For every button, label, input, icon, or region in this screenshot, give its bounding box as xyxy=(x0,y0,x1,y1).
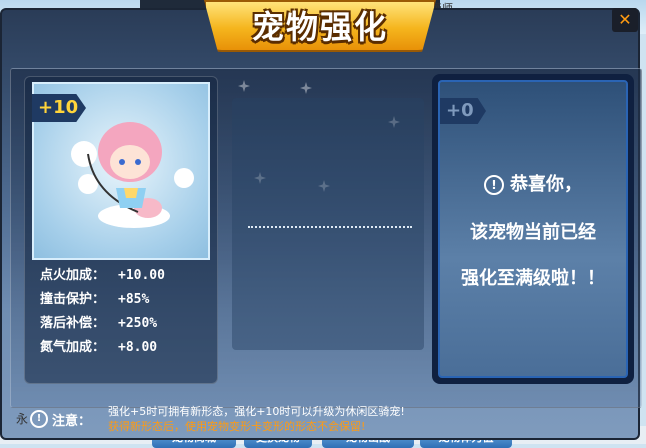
current-level-badge: +10 xyxy=(32,94,86,122)
stat-name: 氮气加成： xyxy=(40,340,106,355)
notice-label: 注意： xyxy=(52,414,92,429)
result-level-badge: +0 xyxy=(440,98,486,124)
message-line-2: 该宠物当前已经 xyxy=(470,222,596,243)
message-line-1: ! 恭喜你， xyxy=(440,170,626,196)
close-icon[interactable]: ✕ xyxy=(612,8,638,32)
stat-value: +8.00 xyxy=(118,340,158,355)
stat-name: 点火加成： xyxy=(40,268,106,283)
stat-value: +250% xyxy=(118,316,158,331)
stat-row: 点火加成： +10.00 xyxy=(40,264,165,288)
message-line-3: 强化至满级啦！！ xyxy=(461,268,605,289)
upgrade-slot-panel xyxy=(232,98,424,350)
dialog-title: 宠物强化 xyxy=(251,8,388,46)
dotted-divider xyxy=(248,226,412,228)
stat-row: 落后补偿： +250% xyxy=(40,312,165,336)
stat-name: 撞击保护： xyxy=(40,292,106,307)
background-left-char: 永 xyxy=(16,412,29,426)
stat-value: +85% xyxy=(118,292,150,307)
notice-bar: ! 注意： 强化+5时可拥有新形态，强化+10时可以升级为休闲区骑宠! 获得新形… xyxy=(28,398,508,434)
pet-stats: 点火加成： +10.00 撞击保护： +85% 落后补偿： +250% 氮气加成： +8… xyxy=(40,264,165,360)
notice-line-1: 强化+5时可拥有新形态，强化+10时可以升级为休闲区骑宠! xyxy=(108,405,405,418)
info-icon: ! xyxy=(30,410,48,428)
stat-name: 落后补偿： xyxy=(40,316,106,331)
stat-value: +10.00 xyxy=(118,268,165,283)
alert-icon: ! xyxy=(484,175,504,195)
stat-row: 撞击保护： +85% xyxy=(40,288,165,312)
stat-row: 氮气加成： +8.00 xyxy=(40,336,165,360)
notice-line-2: 获得新形态后，使用宠物变形卡变形的形态不会保留! xyxy=(108,420,366,433)
